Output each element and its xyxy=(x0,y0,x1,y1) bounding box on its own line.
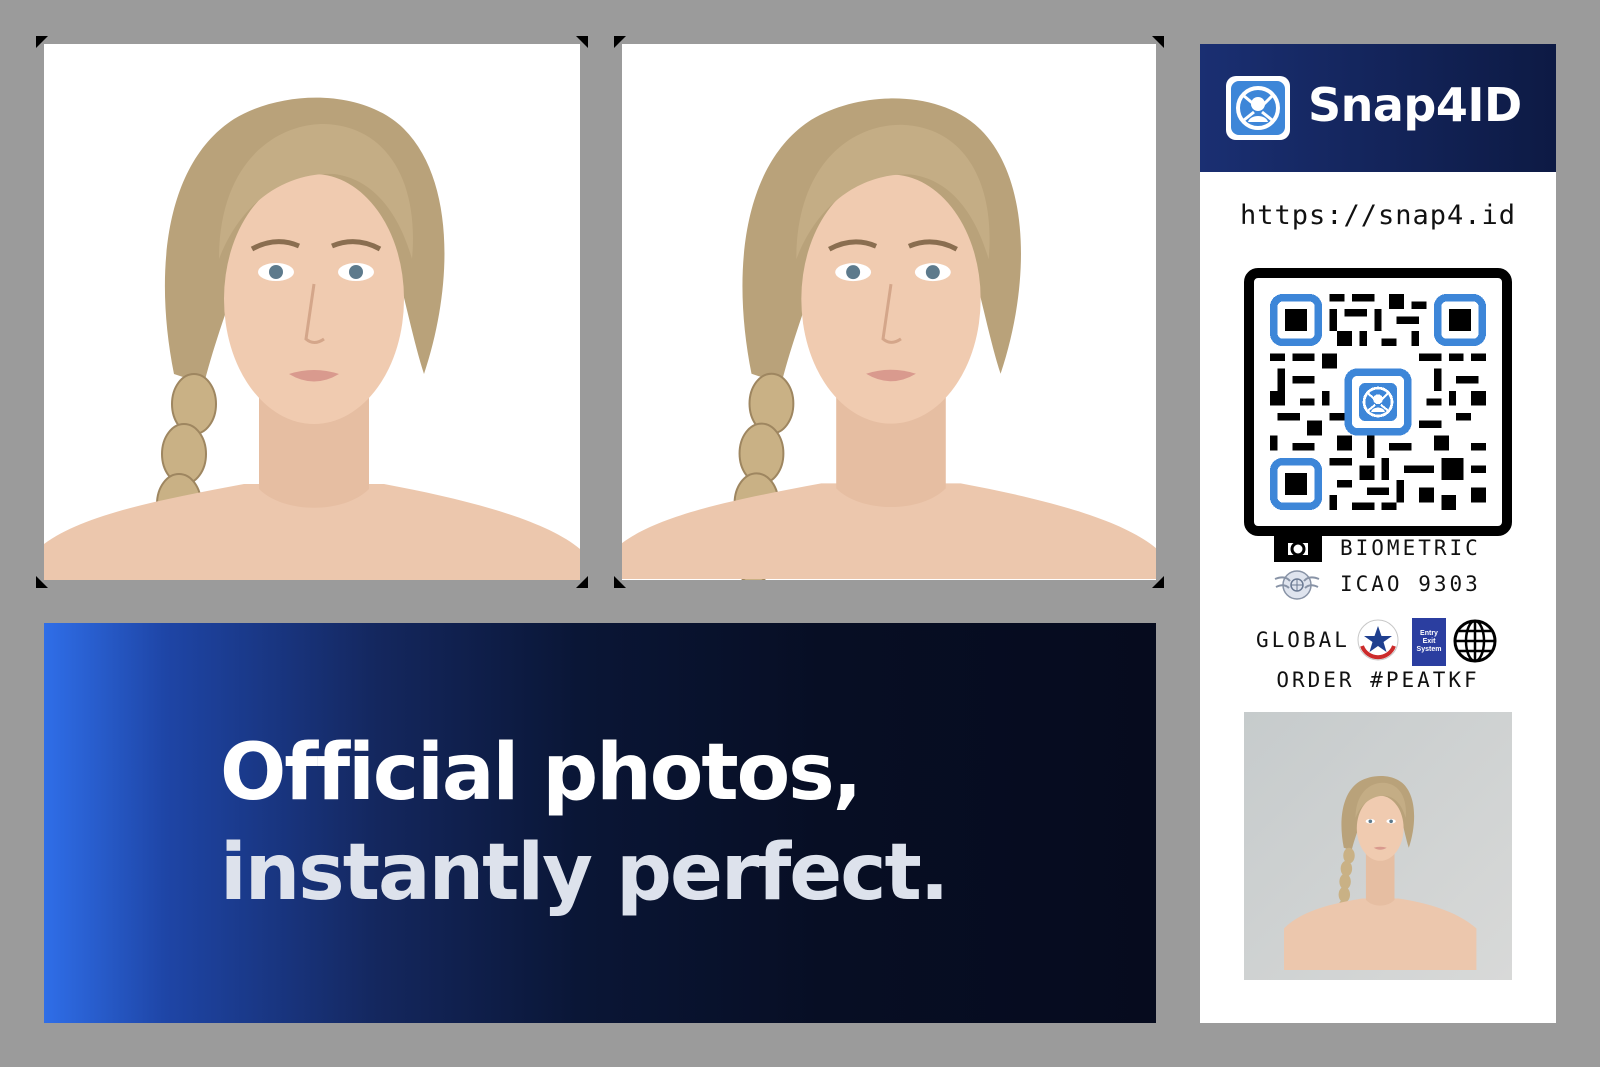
entry-exit-line-3: System xyxy=(1416,646,1442,653)
banner-headline: Official photos, instantly perfect. xyxy=(220,723,949,923)
crop-corner-icon[interactable] xyxy=(36,36,56,56)
portrait-image xyxy=(622,44,1156,580)
qr-code-icon xyxy=(1270,294,1486,510)
entry-exit-line-2: Exit xyxy=(1422,638,1436,645)
entry-exit-line-1: Entry xyxy=(1420,630,1438,637)
crop-corner-icon[interactable] xyxy=(1144,36,1164,56)
snap4id-logo-icon xyxy=(1226,76,1290,140)
crop-corner-icon[interactable] xyxy=(36,568,56,588)
globe-icon xyxy=(1453,619,1497,663)
website-url[interactable]: https://snap4.id xyxy=(1200,200,1556,231)
brand-header: Snap4ID xyxy=(1200,44,1556,172)
photo-processed xyxy=(622,44,1156,580)
crop-corner-icon[interactable] xyxy=(1144,568,1164,588)
entry-exit-system-badge: Entry Exit System xyxy=(1412,618,1446,666)
biometric-label: BIOMETRIC xyxy=(1340,536,1481,560)
promo-banner: Official photos, instantly perfect. xyxy=(44,623,1156,1023)
order-number: ORDER #PEATKF xyxy=(1276,668,1480,692)
qr-code[interactable] xyxy=(1244,268,1512,536)
brand-name: Snap4ID xyxy=(1308,78,1522,132)
crop-corner-icon[interactable] xyxy=(568,568,588,588)
portrait-thumbnail xyxy=(1244,712,1512,980)
id-panel: Snap4ID https://snap4.id BIOMETRIC ICAO … xyxy=(1200,44,1556,1023)
photo-original xyxy=(44,44,580,580)
headline-line-1: Official photos, xyxy=(220,728,862,818)
crop-corner-icon[interactable] xyxy=(614,568,634,588)
portrait-image xyxy=(44,44,580,580)
biometric-chip-icon xyxy=(1274,536,1322,562)
order-row: ORDER #PEATKF xyxy=(1200,666,1556,696)
mini-photo-preview xyxy=(1244,712,1512,980)
headline-line-2: instantly perfect. xyxy=(220,828,949,918)
biometric-badge: BIOMETRIC xyxy=(1200,534,1556,564)
global-label: GLOBAL xyxy=(1256,628,1350,652)
icao-label: ICAO 9303 xyxy=(1340,572,1481,596)
seal-star-icon xyxy=(1357,619,1399,661)
icao-emblem-icon xyxy=(1274,570,1320,600)
crop-corner-icon[interactable] xyxy=(568,36,588,56)
crop-corner-icon[interactable] xyxy=(614,36,634,56)
icao-badge: ICAO 9303 xyxy=(1200,570,1556,600)
